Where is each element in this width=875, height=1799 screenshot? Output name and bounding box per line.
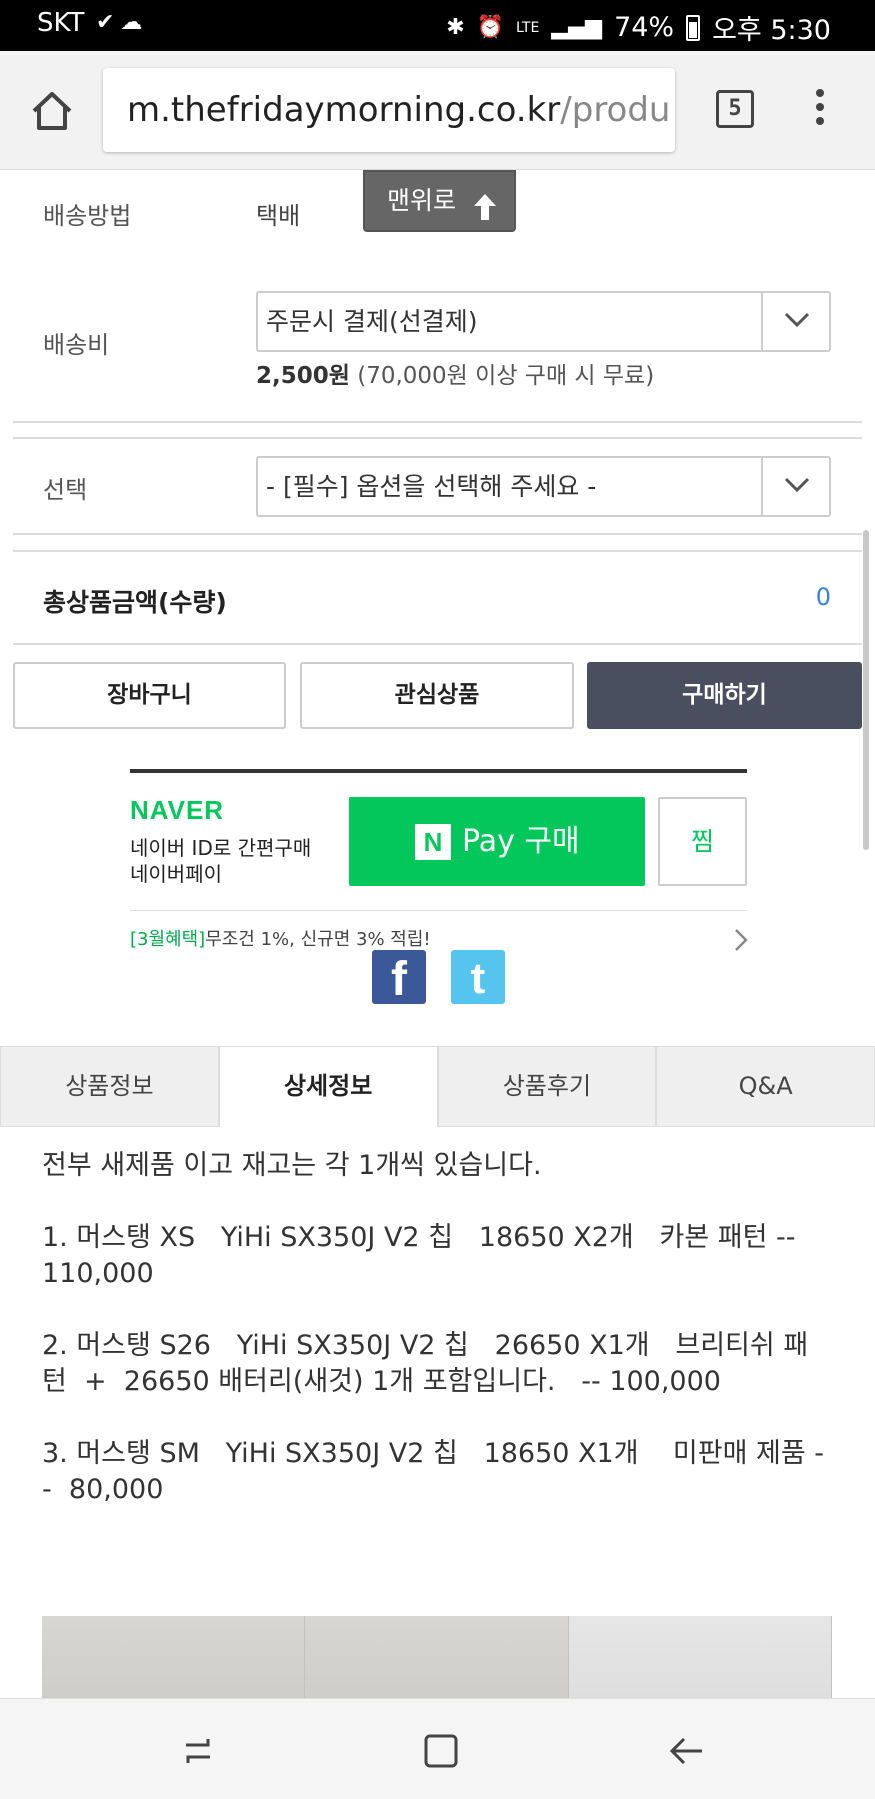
tab-qna[interactable]: Q&A — [656, 1046, 875, 1127]
shipping-fee-select-value: 주문시 결제(선결제) — [266, 307, 478, 336]
option-select-value: - [필수] 옵션을 선택해 주세요 - — [266, 472, 597, 501]
promo-text: 무조건 1%, 신규면 3% 적립! — [205, 929, 431, 950]
option-select[interactable]: - [필수] 옵션을 선택해 주세요 - — [256, 456, 831, 517]
divider — [13, 550, 862, 552]
shipping-fee-condition: (70,000원 이상 구매 시 무료) — [349, 363, 655, 389]
shipping-method-label: 배송방법 — [43, 202, 132, 230]
naver-logo: NAVER — [130, 795, 225, 825]
divider — [130, 910, 747, 911]
product-photo — [305, 1616, 569, 1698]
description-paragraph: 2. 머스탱 S26 YiHi SX350J V2 칩 26650 X1개 브리… — [42, 1330, 809, 1397]
product-photo-strip — [42, 1616, 832, 1698]
product-photo — [568, 1616, 832, 1698]
bluetooth-icon: ✱ — [446, 15, 465, 40]
product-tabs: 상품정보 상세정보 상품후기 Q&A — [0, 1046, 875, 1127]
buy-now-button[interactable]: 구매하기 — [587, 662, 862, 729]
tab-product-info[interactable]: 상품정보 — [0, 1046, 219, 1127]
status-bar: SKT ✔☁ ✱ ⏰ LTE ▂▄▆ 74% 오후 5:30 — [0, 0, 875, 51]
home-icon[interactable] — [28, 87, 76, 135]
product-photo — [42, 1616, 306, 1698]
shipping-method-value: 택배 — [256, 202, 301, 230]
naver-pay-desc-line2: 네이버페이 — [130, 862, 222, 886]
add-to-cart-button[interactable]: 장바구니 — [13, 662, 286, 729]
divider — [13, 421, 862, 423]
option-label: 선택 — [43, 476, 88, 504]
wishlist-button[interactable]: 관심상품 — [300, 662, 574, 729]
shipping-fee-label: 배송비 — [43, 331, 110, 359]
description-paragraph: 3. 머스탱 SM YiHi SX350J V2 칩 18650 X1개 미판매… — [42, 1438, 825, 1505]
browser-toolbar: m.thefridaymorning.co.kr/produ 5 — [0, 51, 875, 170]
divider — [13, 643, 862, 645]
facebook-share-icon[interactable]: f — [372, 950, 426, 1006]
battery-percent: 74% — [614, 12, 675, 43]
naver-promo-link[interactable]: [3월혜택]무조건 1%, 신규면 3% 적립! — [130, 925, 431, 951]
system-navigation-bar — [0, 1698, 875, 1799]
home-nav-icon[interactable] — [421, 1731, 461, 1771]
recent-apps-icon[interactable] — [178, 1731, 218, 1771]
chevron-down-icon — [761, 293, 829, 350]
naver-pay-buy-button[interactable]: N Pay 구매 — [349, 797, 645, 886]
tab-switcher-button[interactable]: 5 — [716, 90, 754, 128]
total-price-value: 0 — [815, 583, 831, 611]
url-path: /produ — [560, 90, 671, 130]
carrier-label: SKT — [37, 8, 85, 38]
arrow-up-icon — [472, 185, 498, 243]
chevron-down-icon — [761, 458, 829, 515]
description-paragraph: 전부 새제품 이고 재고는 각 1개씩 있습니다. — [42, 1150, 542, 1181]
tab-detail-info[interactable]: 상세정보 — [218, 1046, 438, 1127]
divider — [13, 437, 862, 439]
network-label: LTE — [516, 19, 540, 36]
clock: 오후 5:30 — [712, 15, 831, 46]
back-icon[interactable] — [666, 1731, 706, 1771]
naver-zzim-button[interactable]: 찜 — [658, 797, 747, 886]
naver-n-icon: N — [415, 824, 451, 860]
shipping-fee-amount: 2,500원 — [256, 363, 350, 389]
description-paragraph: 1. 머스탱 XS YiHi SX350J V2 칩 18650 X2개 카본 … — [42, 1222, 805, 1289]
shipping-fee-select[interactable]: 주문시 결제(선결제) — [256, 291, 831, 352]
overflow-menu-icon[interactable] — [812, 89, 828, 133]
status-right: ✱ ⏰ LTE ▂▄▆ 74% 오후 5:30 — [446, 8, 831, 47]
total-price-label: 총상품금액(수량) — [43, 588, 227, 617]
url-host: m.thefridaymorning.co.kr — [127, 90, 561, 130]
promo-highlight: [3월혜택] — [130, 929, 206, 950]
scrollbar[interactable] — [863, 530, 869, 850]
twitter-share-icon[interactable]: t — [451, 950, 505, 1004]
battery-icon — [686, 14, 701, 41]
chevron-right-icon[interactable] — [733, 927, 749, 957]
url-bar[interactable]: m.thefridaymorning.co.kr/produ — [103, 68, 675, 152]
signal-icon: ▂▄▆ — [551, 15, 603, 40]
shipping-fee-note: 2,500원 (70,000원 이상 구매 시 무료) — [256, 356, 654, 390]
product-description: 전부 새제품 이고 재고는 각 1개씩 있습니다. 1. 머스탱 XS YiHi… — [42, 1148, 832, 1544]
naver-pay-top-border — [130, 769, 747, 773]
alarm-icon: ⏰ — [476, 15, 505, 40]
tab-reviews[interactable]: 상품후기 — [437, 1046, 657, 1127]
divider — [13, 533, 862, 535]
notification-icons: ✔☁ — [96, 10, 149, 35]
naver-pay-buy-label: Pay 구매 — [462, 824, 580, 859]
scroll-to-top-label: 맨위로 — [387, 186, 457, 215]
naver-pay-desc-line1: 네이버 ID로 간편구매 — [130, 836, 312, 860]
scroll-to-top-button[interactable]: 맨위로 — [363, 170, 516, 232]
